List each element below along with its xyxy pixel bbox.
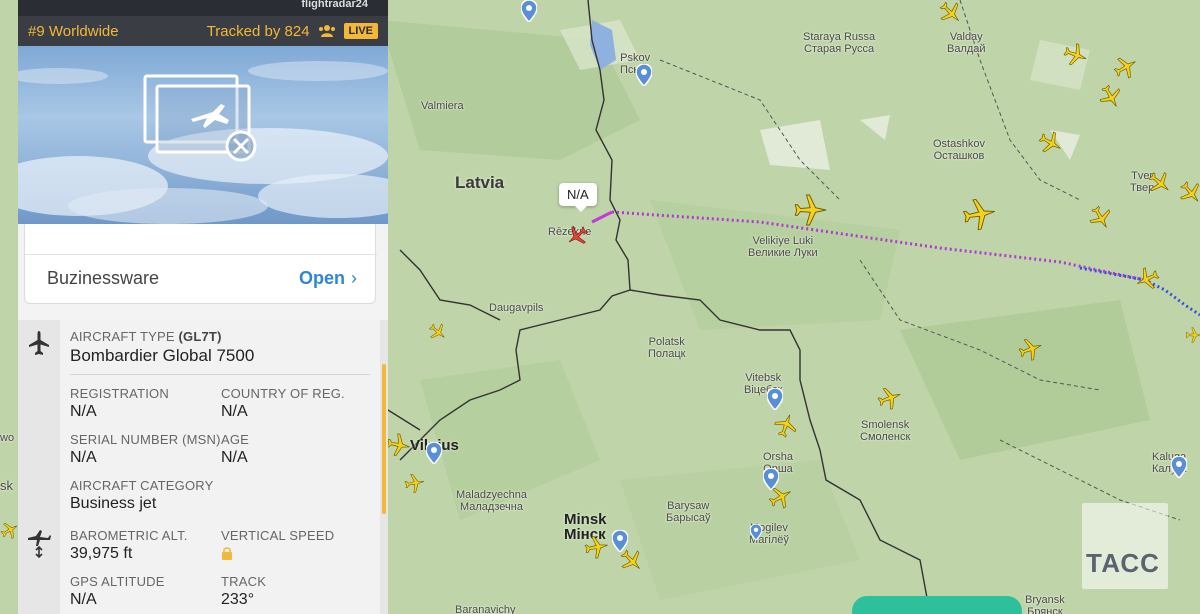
rank-bar: #9 Worldwide Tracked by 824 LIVE	[18, 16, 388, 46]
airplane-icon	[29, 331, 49, 355]
plane-icon[interactable]	[938, 0, 964, 26]
track-value: 233°	[221, 591, 255, 608]
airport-pin-icon[interactable]	[750, 524, 762, 540]
serial-value: N/A	[70, 449, 97, 466]
divider	[70, 374, 370, 375]
category-value: Business jet	[70, 495, 157, 512]
airport-pin-icon[interactable]	[767, 388, 783, 410]
airport-pin-icon[interactable]	[1171, 456, 1187, 478]
plane-icon[interactable]	[1178, 180, 1200, 206]
plane-icon[interactable]	[877, 385, 903, 411]
plane-icon[interactable]	[584, 534, 610, 560]
plane-icon[interactable]	[962, 196, 998, 232]
plane-icon[interactable]	[1038, 130, 1064, 156]
plane-icon[interactable]	[1098, 84, 1124, 110]
gps-alt-label: GPS ALTITUDE	[70, 574, 165, 589]
plane-icon[interactable]	[386, 432, 412, 458]
baro-alt-value: 39,975 ft	[70, 545, 133, 562]
flight-callout[interactable]: N/A	[559, 183, 597, 212]
plane-icon[interactable]	[1147, 170, 1173, 196]
city-label-maladzyechna: Maladzyechna Маладзечна	[456, 489, 527, 513]
ad-open-button[interactable]: Open	[299, 268, 345, 289]
city-label-valday: Valday Валдай	[947, 31, 986, 55]
country-label-latvia: Latvia	[455, 173, 505, 192]
age-label: AGE	[221, 432, 250, 447]
live-badge: LIVE	[343, 23, 378, 39]
selected-plane-icon[interactable]	[565, 224, 589, 248]
city-label-bryansk: Bryansk Брянск	[1025, 594, 1065, 614]
altitude-icon	[28, 530, 51, 558]
city-label-ostashkov: Ostashkov Осташков	[933, 138, 985, 162]
edge-label-wo: wo	[0, 432, 15, 444]
aircraft-type-value: Bombardier Global 7500	[70, 346, 255, 365]
panel-scrollbar[interactable]	[382, 364, 386, 514]
city-label-smolensk: Smolensk Смоленск	[860, 419, 911, 443]
plane-icon[interactable]	[1088, 205, 1114, 231]
city-label-daugavpils: Daugavpils	[489, 302, 544, 314]
plane-icon[interactable]	[793, 192, 829, 228]
registration-label: REGISTRATION	[70, 386, 169, 401]
plane-icon[interactable]	[404, 472, 426, 494]
gps-alt-value: N/A	[70, 591, 97, 608]
plane-icon[interactable]	[0, 520, 20, 540]
tracked-by: Tracked by 824	[206, 22, 310, 40]
worldwide-rank: #9 Worldwide	[28, 22, 119, 40]
airport-pin-icon[interactable]	[636, 64, 652, 86]
plane-icon[interactable]	[1113, 54, 1139, 80]
vspeed-label: VERTICAL SPEED	[221, 528, 335, 543]
airport-pin-icon[interactable]	[426, 442, 442, 464]
edge-label-sk: sk	[0, 478, 13, 493]
plane-icon[interactable]	[1063, 42, 1089, 68]
plane-icon[interactable]	[768, 484, 794, 510]
lock-icon[interactable]	[221, 546, 233, 560]
track-label: TRACK	[221, 574, 267, 589]
chevron-right-icon[interactable]: ›	[351, 268, 357, 289]
registration-value: N/A	[70, 403, 97, 420]
plane-icon[interactable]	[619, 548, 645, 574]
city-label-baranavichy: Baranavichy	[455, 604, 516, 614]
aircraft-photo	[18, 46, 388, 224]
flight-info-panel: flightradar24 #9 Worldwide Tracked by 82…	[18, 0, 388, 614]
city-label-polatsk: Polatsk Полацк	[648, 336, 686, 360]
city-label-valmiera: Valmiera	[421, 100, 464, 112]
ad-name: Buzinessware	[47, 268, 160, 288]
no-photo-icon	[143, 74, 257, 162]
section-icon-column	[18, 320, 60, 614]
baro-alt-label: BAROMETRIC ALT.	[70, 528, 188, 543]
category-label: AIRCRAFT CATEGORY	[70, 478, 214, 493]
plane-icon[interactable]	[1185, 326, 1200, 344]
airport-pin-icon[interactable]	[521, 0, 537, 22]
plane-icon[interactable]	[1018, 336, 1044, 362]
age-value: N/A	[221, 449, 248, 466]
users-icon	[318, 25, 335, 37]
country-label: COUNTRY OF REG.	[221, 386, 345, 401]
serial-label: SERIAL NUMBER (MSN)	[70, 432, 221, 447]
plane-icon[interactable]	[428, 322, 448, 342]
city-label-barysaw: Barysaw Барысаў	[666, 500, 711, 524]
tass-watermark: ТАСС	[1086, 548, 1160, 578]
city-label-staraya-russa: Staraya Russa Старая Русса	[803, 31, 876, 55]
plane-icon[interactable]	[773, 412, 799, 438]
ad-divider	[25, 254, 377, 255]
city-label-velikiye-luki: Velikiye Luki Великие Луки	[748, 235, 818, 259]
plane-icon[interactable]	[1134, 266, 1160, 292]
aircraft-type-label: AIRCRAFT TYPE (GL7T)	[70, 329, 222, 344]
ad-box[interactable]: Buzinessware Open ›	[24, 224, 377, 304]
aircraft-info-section: AIRCRAFT TYPE (GL7T) Bombardier Global 7…	[18, 320, 388, 614]
country-value: N/A	[221, 403, 248, 420]
panel-topbar: flightradar24	[18, 0, 388, 16]
bottom-action-button[interactable]	[852, 596, 1022, 614]
aircraft-details: AIRCRAFT TYPE (GL7T) Bombardier Global 7…	[60, 320, 380, 614]
